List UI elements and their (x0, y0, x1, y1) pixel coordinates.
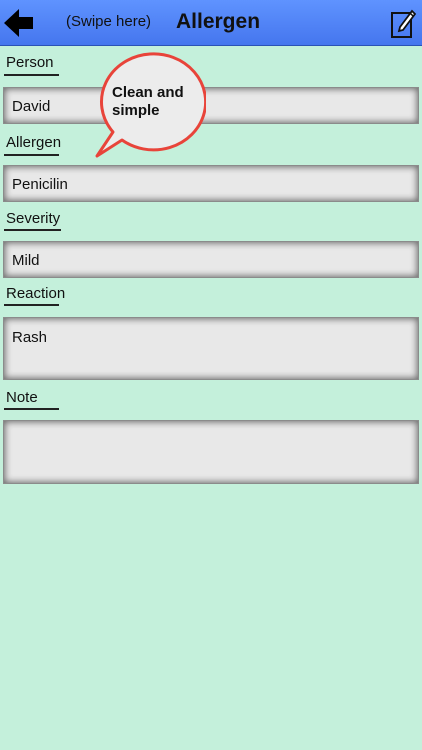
severity-label-underline (4, 229, 61, 231)
note-label: Note (6, 389, 38, 406)
callout-text: Clean and simple (112, 84, 198, 120)
severity-label: Severity (6, 210, 61, 227)
allergen-label: Allergen (6, 134, 62, 151)
person-label-underline (4, 74, 59, 76)
edit-note-icon[interactable] (390, 7, 416, 39)
person-field[interactable]: David (3, 87, 419, 124)
allergen-field[interactable]: Penicilin (3, 165, 419, 202)
allergen-label-underline (4, 154, 59, 156)
back-arrow-icon[interactable] (4, 7, 34, 39)
callout-line-2: simple (112, 102, 160, 119)
person-label: Person (6, 54, 54, 71)
reaction-label-underline (4, 304, 59, 306)
callout-line-1: Clean and (112, 84, 184, 101)
swipe-hint[interactable]: (Swipe here) (66, 13, 151, 30)
severity-field[interactable]: Mild (3, 241, 419, 278)
reaction-field[interactable]: Rash (3, 317, 419, 380)
note-field[interactable] (3, 420, 419, 484)
note-label-underline (4, 408, 59, 410)
reaction-label: Reaction (6, 285, 66, 302)
top-bar: (Swipe here) Allergen (0, 0, 422, 46)
page-title: Allergen (176, 10, 261, 33)
